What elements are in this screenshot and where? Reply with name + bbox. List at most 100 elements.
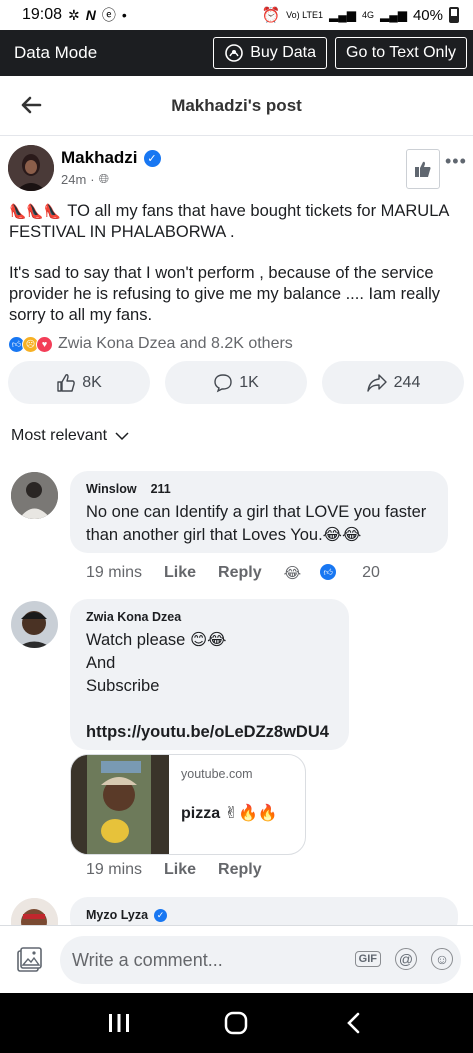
comment-text: No one can Identify a girl that LOVE you… [86,503,427,544]
author-name-row: Makhadzi ✓ [61,148,161,168]
signal-icon-2: ▂▄▆ [380,8,407,22]
comment-reaction-count: 20 [362,564,380,581]
settings-icon: ✲ [68,6,80,23]
status-bar: 19:08 ✲ N ⓔ • ⏰ Vo) LTE1 ▂▄▆ 4G ▂▄▆ 40% [0,0,473,30]
text-only-button[interactable]: Go to Text Only [335,37,467,69]
author-info: Makhadzi ✓ 24m · 🌐︎ [61,148,161,191]
signal-icon: ▂▄▆ [329,8,356,22]
commenter-name-row: Myzo Lyza ✓ [86,908,442,922]
comment-input-placeholder: Write a comment... [72,949,223,970]
avatar-image [11,601,58,648]
author-row: Makhadzi ✓ 24m · 🌐︎ [8,145,161,191]
commenter-name[interactable]: Zwia Kona Dzea [86,610,333,624]
comment-text: Watch please 😊😂 And Subscribe https://yo… [86,629,333,744]
notification-icon: ⓔ [101,7,116,23]
recent-apps-icon[interactable] [99,1003,139,1043]
comment-reply-button[interactable]: Reply [218,564,262,582]
back-arrow-icon[interactable] [16,90,46,120]
author-avatar[interactable] [8,145,54,191]
thumbnail-image [71,755,169,854]
reaction-icons: 👍︎ ☹ ♥ [8,335,53,353]
sort-label: Most relevant [11,427,108,444]
back-icon[interactable] [334,1003,374,1043]
status-time: 19:08 [22,6,63,23]
commenter-avatar[interactable] [11,601,58,648]
commenter-avatar[interactable] [11,472,58,519]
comment-like-button[interactable]: Like [164,861,196,879]
network-label: Vo) LTE1 [286,9,324,20]
sort-comments-dropdown[interactable]: Most relevant [11,427,129,445]
home-icon[interactable] [216,1003,256,1043]
signal-broadcast-icon [225,44,244,62]
link-preview-card[interactable]: youtube.com pizza ✌🔥🔥 [70,754,306,855]
commenter-name[interactable]: Myzo Lyza [86,908,148,922]
gif-icon[interactable]: GIF [354,951,381,967]
share-icon [366,373,387,392]
comment-like-button[interactable]: Like [164,564,196,582]
comment-composer: Write a comment... GIF @ ☺ [0,925,473,993]
comment-link[interactable]: https://youtu.be/oLeDZz8wDU4 [86,721,333,744]
like-outline-icon [57,373,76,392]
avatar-image [11,472,58,519]
post-time[interactable]: 24m [61,172,86,187]
dot-icon: • [121,7,127,23]
comment-line: And [86,654,116,672]
love-reaction-icon: ♥ [36,335,53,353]
post-text: 👠👠👠 TO all my fans that have bought ticke… [9,201,467,346]
share-button[interactable]: 244 [322,361,464,404]
verified-badge-icon: ✓ [154,908,168,922]
more-options-icon[interactable]: ••• [445,151,467,172]
chevron-down-icon [115,432,129,441]
reactions-summary[interactable]: 👍︎ ☹ ♥ Zwia Kona Dzea and 8.2K others [8,335,293,353]
commenter-badge-count: 211 [150,482,171,496]
comment-meta: 19 mins Like Reply [86,861,284,879]
comment-spacer [86,698,333,721]
commenter-name[interactable]: Winslow [86,482,137,496]
android-nav-bar [0,993,473,1053]
action-buttons: 8K 1K 244 [8,361,464,404]
comment-reactions-icon[interactable]: 😂 👍︎ [284,564,359,582]
battery-icon [449,7,459,23]
status-right: ⏰ Vo) LTE1 ▂▄▆ 4G ▂▄▆ 40% [261,6,459,24]
buy-data-button[interactable]: Buy Data [213,37,328,69]
like-page-button[interactable] [406,149,440,189]
globe-icon: 🌐︎ [98,171,110,186]
post-paragraph-1: 👠👠👠 TO all my fans that have bought ticke… [9,201,467,243]
buy-data-label: Buy Data [250,44,317,61]
photo-icon[interactable] [15,946,43,974]
commenter-name-row: Winslow 211 [86,482,432,496]
link-thumbnail [71,755,169,854]
post-paragraph-2: It's sad to say that I won't perform , b… [9,264,441,324]
post-line-1: TO all my fans that have bought tickets … [9,202,449,241]
comment-time: 19 mins [86,564,143,581]
post-meta: 24m · 🌐︎ [61,171,161,187]
like-button[interactable]: 8K [8,361,150,404]
comment-button[interactable]: 1K [165,361,307,404]
comment-line: Subscribe [86,677,160,695]
verified-badge-icon: ✓ [143,149,161,167]
author-name[interactable]: Makhadzi [61,148,138,168]
alarm-icon: ⏰ [261,7,281,24]
avatar-image [8,145,54,191]
comment-bubble[interactable]: Zwia Kona Dzea Watch please 😊😂 And Subsc… [70,599,349,750]
meta-dot: · [90,171,95,187]
link-title: pizza ✌🔥🔥 [181,805,278,822]
comment-meta: 19 mins Like Reply 😂 👍︎ 20 [86,564,380,582]
emoji-icon[interactable]: ☺ [431,948,453,970]
data-mode-title: Data Mode [14,43,98,62]
comment-time: 19 mins [86,861,143,878]
comment-reply-button[interactable]: Reply [218,861,262,879]
n-app-icon: N [85,7,96,23]
reactions-text: Zwia Kona Dzea and 8.2K others [58,335,293,352]
comment-bubble[interactable]: Winslow 211 No one can Identify a girl th… [70,471,448,553]
thumbs-up-icon [415,161,431,177]
data-mode-bar: Data Mode Buy Data Go to Text Only [0,30,473,76]
net-type: 4G [361,10,374,20]
like-count: 8K [82,373,102,391]
composer-icons: GIF @ ☺ [354,948,453,970]
status-left: 19:08 ✲ N ⓔ • [22,5,127,25]
comment-icon [214,373,232,392]
mention-icon[interactable]: @ [395,948,417,970]
shoe-emoji-icon: 👠👠👠 [9,203,62,219]
comment-count: 1K [239,373,259,391]
